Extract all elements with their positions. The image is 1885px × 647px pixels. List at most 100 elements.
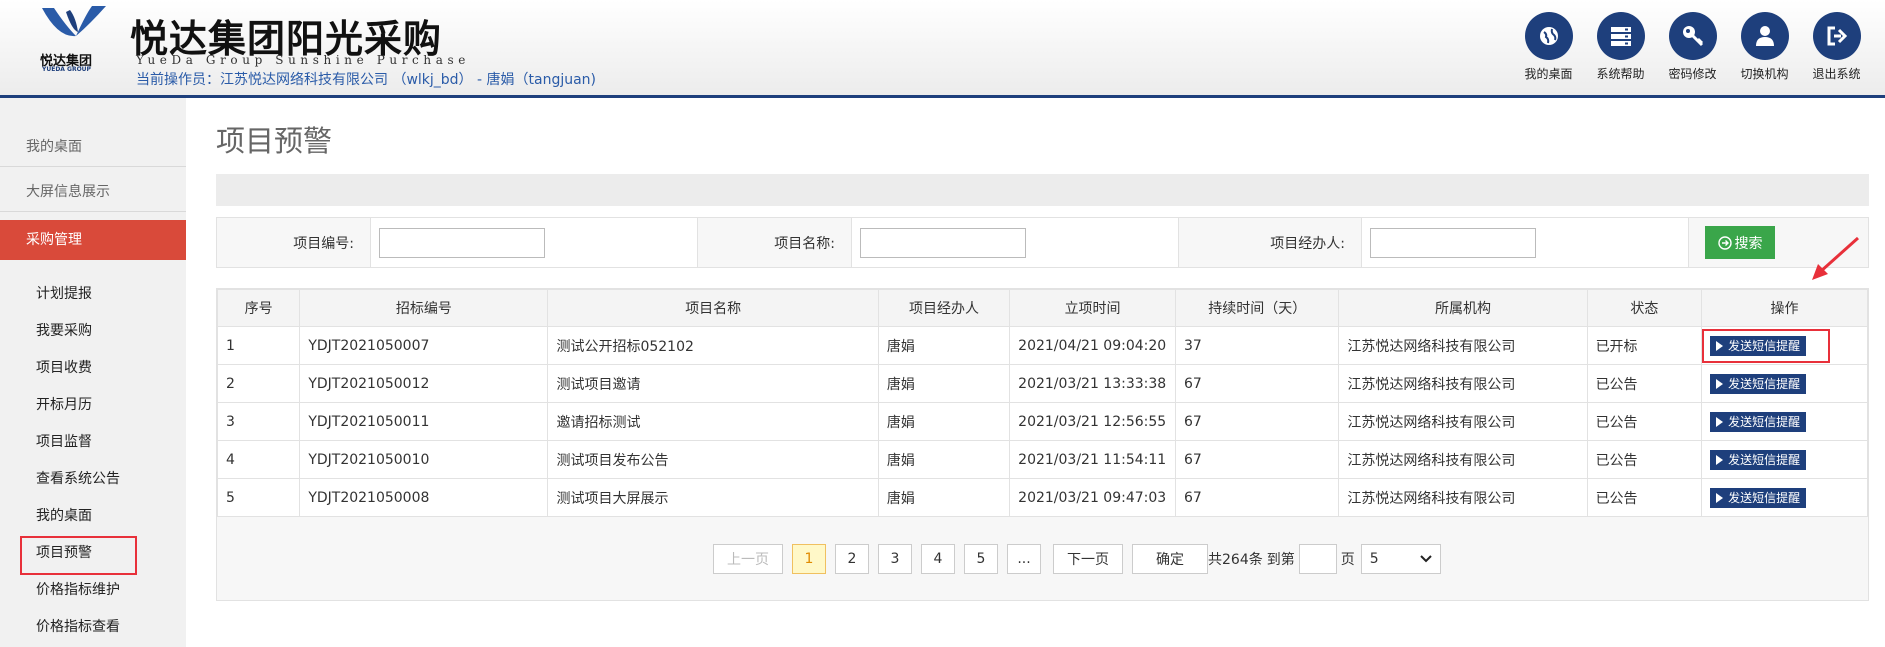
project-name-input[interactable] [860, 227, 1026, 258]
page-button[interactable]: 1 [792, 544, 826, 574]
project-no-cell [371, 218, 698, 267]
table-row: 2 YDJT2021050012 测试项目邀请 唐娟 2021/03/21 13… [216, 364, 1868, 403]
page-button[interactable]: 4 [921, 544, 955, 574]
cell-action: 发送短信提醒 [1701, 440, 1868, 479]
page-title: 项目预警 [216, 124, 333, 158]
col-header-time: 立项时间 [1009, 289, 1176, 327]
warning-table: 序号 招标编号 项目名称 项目经办人 立项时间 持续时间（天） 所属机构 状态 … [216, 289, 1868, 517]
cell-days: 67 [1174, 440, 1340, 479]
goto-page-input[interactable] [1298, 544, 1337, 574]
sidebar-item-project-warning[interactable]: 项目预警 [0, 535, 186, 575]
cell-manager: 唐娟 [877, 478, 1011, 517]
play-icon [1716, 378, 1724, 389]
cell-manager: 唐娟 [877, 364, 1011, 403]
warning-table-panel: 序号 招标编号 项目名称 项目经办人 立项时间 持续时间（天） 所属机构 状态 … [216, 288, 1869, 601]
sidebar-item-price-index-view[interactable]: 价格指标查看 [0, 609, 186, 646]
arrow-circle-icon [1717, 235, 1732, 250]
play-icon [1716, 340, 1724, 351]
sidebar-item-system-notices[interactable]: 查看系统公告 [0, 461, 186, 498]
cell-status: 已公告 [1586, 364, 1703, 403]
cell-no: 1 [216, 326, 301, 365]
play-icon [1716, 416, 1724, 427]
search-form: 项目编号: 项目名称: 项目经办人: 搜索 [216, 217, 1869, 268]
send-sms-label: 发送短信提醒 [1728, 453, 1801, 467]
goto-confirm-button[interactable]: 确定 [1132, 544, 1208, 574]
cell-status: 已开标 [1586, 326, 1703, 365]
cell-time: 2021/03/21 13:33:38 [1009, 364, 1176, 403]
project-name-label: 项目名称: [698, 218, 852, 267]
annotation-arrow-icon [1812, 236, 1860, 280]
col-header-name: 项目名称 [547, 289, 879, 327]
sidebar-submenu: 计划提报 我要采购 项目收费 开标月历 项目监督 查看系统公告 我的桌面 项目预… [0, 276, 186, 646]
cell-name: 测试公开招标052102 [547, 326, 879, 365]
send-sms-label: 发送短信提醒 [1728, 415, 1801, 429]
play-icon [1716, 492, 1724, 503]
send-sms-button[interactable]: 发送短信提醒 [1710, 335, 1807, 356]
server-icon [1610, 27, 1631, 46]
cell-days: 67 [1174, 478, 1340, 517]
cell-manager: 唐娟 [877, 326, 1011, 365]
send-sms-button[interactable]: 发送短信提醒 [1710, 487, 1807, 508]
col-header-no: 序号 [216, 289, 301, 327]
nav-logout[interactable]: 退出系统 [1812, 12, 1861, 82]
pagination: 上一页 1 2 3 4 5 ... 下一页 确定 共264条 到第 页 5 [713, 544, 1441, 574]
logout-icon [1827, 26, 1847, 46]
table-header-row: 序号 招标编号 项目名称 项目经办人 立项时间 持续时间（天） 所属机构 状态 … [216, 289, 1868, 327]
cell-name: 邀请招标测试 [547, 402, 879, 441]
cell-no: 4 [216, 440, 301, 479]
nav-switch-org[interactable]: 切换机构 [1740, 12, 1789, 82]
search-button[interactable]: 搜索 [1705, 226, 1775, 259]
next-page-button[interactable]: 下一页 [1053, 544, 1123, 574]
cell-status: 已公告 [1586, 402, 1703, 441]
send-sms-button[interactable]: 发送短信提醒 [1710, 411, 1807, 432]
table-row: 5 YDJT2021050008 测试项目大屏展示 唐娟 2021/03/21 … [216, 478, 1868, 517]
search-button-label: 搜索 [1734, 234, 1763, 251]
table-row: 1 YDJT2021050007 测试公开招标052102 唐娟 2021/04… [216, 326, 1868, 365]
col-header-manager: 项目经办人 [877, 289, 1011, 327]
cell-no: 5 [216, 478, 301, 517]
page-ellipsis[interactable]: ... [1007, 544, 1041, 574]
prev-page-button[interactable]: 上一页 [713, 544, 783, 574]
brand-subtitle: YueDa Group Sunshine Purchase [136, 53, 470, 67]
nav-my-desktop[interactable]: 我的桌面 [1524, 12, 1573, 82]
nav-system-help[interactable]: 系统帮助 [1596, 12, 1645, 82]
page-button[interactable]: 5 [964, 544, 998, 574]
cell-status: 已公告 [1586, 440, 1703, 479]
table-row: 4 YDJT2021050010 测试项目发布公告 唐娟 2021/03/21 … [216, 440, 1868, 479]
sidebar-group-procurement[interactable]: 采购管理 [0, 220, 186, 260]
send-sms-button[interactable]: 发送短信提醒 [1710, 373, 1807, 394]
sidebar-item-big-screen[interactable]: 大屏信息展示 [0, 167, 186, 212]
page-size-select[interactable]: 5 [1360, 544, 1441, 574]
cell-days: 67 [1174, 402, 1340, 441]
send-sms-button[interactable]: 发送短信提醒 [1710, 449, 1807, 470]
col-header-status: 状态 [1586, 289, 1703, 327]
page-unit-label: 页 [1340, 552, 1355, 568]
page-button[interactable]: 2 [835, 544, 869, 574]
cell-org: 江苏悦达网络科技有限公司 [1338, 402, 1588, 441]
sidebar-item-project-supervision[interactable]: 项目监督 [0, 424, 186, 461]
globe-icon [1539, 27, 1558, 45]
sidebar-item-plan-report[interactable]: 计划提报 [0, 276, 186, 313]
chevron-down-icon [1420, 555, 1432, 563]
cell-action: 发送短信提醒 [1701, 478, 1868, 517]
key-icon [1682, 26, 1703, 47]
page-size-value: 5 [1369, 551, 1379, 567]
project-no-input[interactable] [379, 227, 545, 258]
sidebar-item-my-desktop-2[interactable]: 我的桌面 [0, 498, 186, 535]
logo-subtext: YUEDA GROUP [42, 66, 91, 73]
send-sms-label: 发送短信提醒 [1728, 339, 1801, 353]
cell-action: 发送短信提醒 [1701, 402, 1868, 441]
manager-input[interactable] [1370, 227, 1536, 258]
manager-label: 项目经办人: [1179, 218, 1362, 267]
sidebar-item-bid-calendar[interactable]: 开标月历 [0, 387, 186, 424]
page-button[interactable]: 3 [878, 544, 912, 574]
sidebar-item-my-desktop[interactable]: 我的桌面 [0, 122, 186, 167]
play-icon [1716, 454, 1724, 465]
sidebar-item-purchase[interactable]: 我要采购 [0, 313, 186, 350]
sidebar-item-project-fees[interactable]: 项目收费 [0, 350, 186, 387]
cell-action: 发送短信提醒 [1701, 364, 1868, 403]
cell-name: 测试项目邀请 [547, 364, 879, 403]
nav-change-password[interactable]: 密码修改 [1668, 12, 1717, 82]
send-sms-label: 发送短信提醒 [1728, 377, 1801, 391]
sidebar-item-price-index-maintain[interactable]: 价格指标维护 [0, 572, 186, 609]
